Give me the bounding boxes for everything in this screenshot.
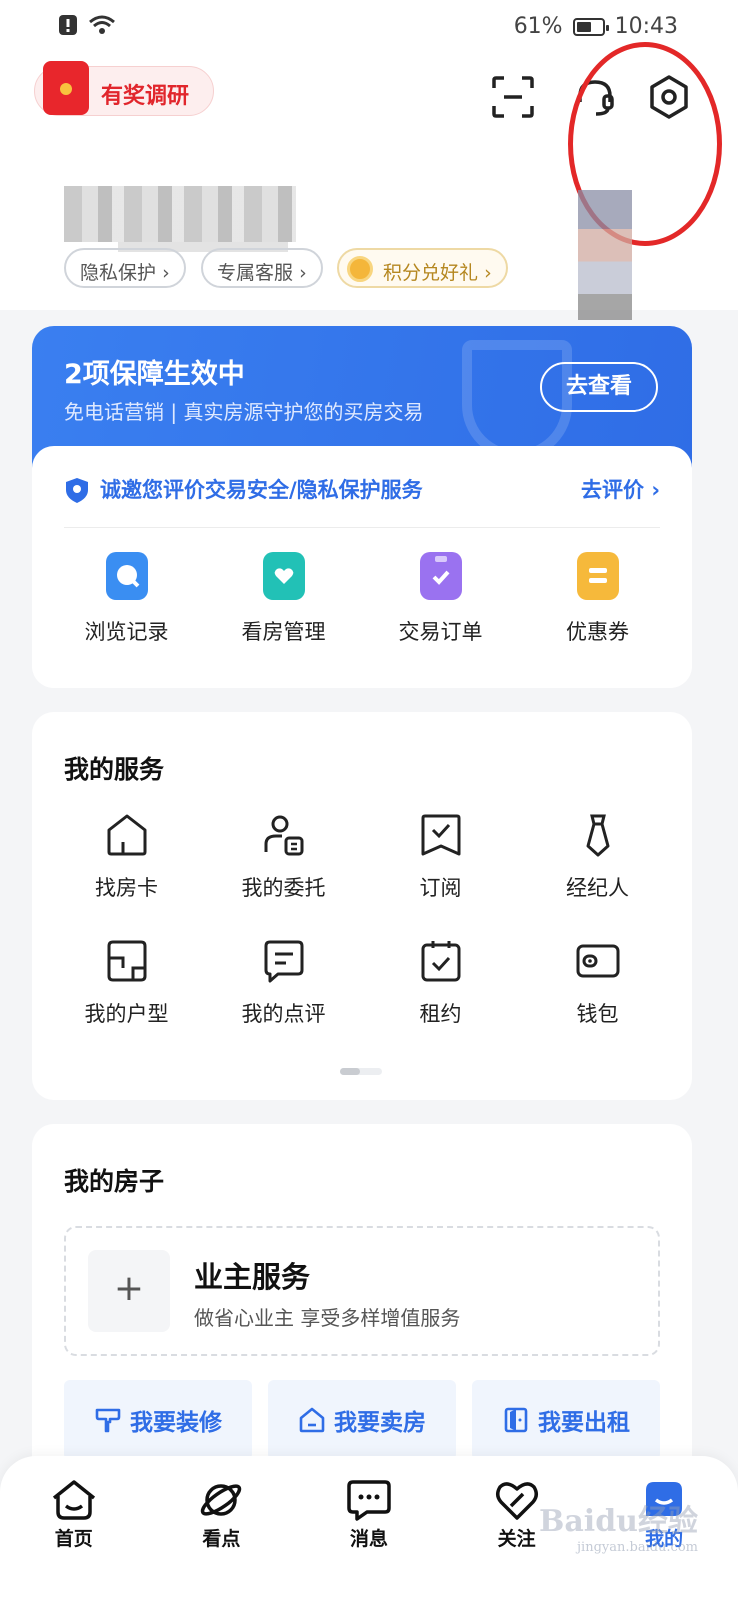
subscribe-icon	[421, 814, 460, 856]
nav-highlights[interactable]: 看点	[148, 1478, 296, 1551]
owner-service-subtitle: 做省心业主 享受多样增值服务	[194, 1306, 461, 1330]
renovate-button[interactable]: 我要装修	[64, 1380, 252, 1460]
nav-label: 消息	[349, 1528, 388, 1550]
username-blurred	[64, 186, 296, 242]
subscribe-button[interactable]: 订阅	[362, 812, 519, 938]
owner-service-title: 业主服务	[194, 1260, 311, 1294]
my-entrust-button[interactable]: 我的委托	[205, 812, 362, 938]
message-icon	[347, 1480, 391, 1521]
wallet-button[interactable]: 钱包	[519, 938, 676, 1064]
agent-button[interactable]: 经纪人	[519, 812, 676, 938]
customer-service-pill[interactable]: 专属客服 ›	[201, 248, 323, 288]
points-pill-label: 积分兑好礼	[383, 262, 479, 284]
chevron-right-icon: ›	[299, 262, 307, 284]
survey-label: 有奖调研	[101, 84, 190, 109]
alert-icon	[59, 15, 77, 35]
watermark-brand: Baidu经验	[539, 1504, 698, 1539]
trade-orders-button[interactable]: 交易订单	[362, 552, 519, 646]
my-floorplan-button[interactable]: 我的户型	[48, 938, 205, 1064]
planet-icon	[201, 1484, 242, 1516]
owner-service-card[interactable]: + 业主服务 做省心业主 享受多样增值服务	[64, 1226, 660, 1356]
service-label: 找房卡	[95, 876, 158, 900]
points-redeem-pill[interactable]: 积分兑好礼 ›	[337, 248, 508, 288]
privacy-pill-label: 隐私保护	[80, 262, 157, 284]
browse-history-button[interactable]: 浏览记录	[48, 552, 205, 646]
avatar[interactable]	[578, 190, 632, 320]
red-envelope-icon	[43, 61, 89, 115]
evaluate-link[interactable]: 去评价 ›	[581, 474, 660, 504]
service-label: 我的委托	[241, 876, 326, 900]
house-icon	[107, 814, 146, 856]
quick-label: 交易订单	[398, 620, 483, 644]
heart-icon	[495, 1482, 538, 1520]
watermark-sub: jingyan.baidu.com	[577, 1540, 698, 1555]
chevron-right-icon: ›	[162, 262, 170, 284]
chevron-right-icon: ›	[484, 262, 492, 284]
nav-label: 首页	[54, 1528, 93, 1550]
my-services-card: 我的服务 找房卡 我的委托 订阅 经纪人 我的户型 我的点评 租约 钱包	[32, 712, 692, 1100]
page-indicator	[340, 1068, 382, 1075]
protection-subtitle: 免电话营销 | 真实房源守护您的买房交易	[64, 400, 424, 424]
wallet-icon	[576, 944, 619, 978]
location-shield-icon	[66, 478, 88, 503]
clock: 10:43	[614, 14, 678, 39]
quick-label: 优惠券	[566, 620, 629, 644]
evaluation-text: 诚邀您评价交易安全/隐私保护服务	[100, 478, 423, 502]
rent-out-button[interactable]: 我要出租	[472, 1380, 660, 1460]
battery-percent: 61%	[513, 14, 563, 39]
floorplan-icon	[107, 940, 146, 982]
quick-label: 浏览记录	[84, 620, 169, 644]
comment-icon	[264, 940, 303, 983]
scan-icon[interactable]	[490, 74, 536, 120]
evaluation-row[interactable]: 诚邀您评价交易安全/隐私保护服务 去评价 ›	[64, 474, 660, 528]
service-label: 订阅	[419, 876, 462, 900]
profile-header: 有奖调研 隐私保护 › 专属客服 › 积分兑好礼 ›	[0, 42, 738, 320]
service-label: 钱包	[576, 1002, 619, 1026]
service-label: 我的户型	[84, 1002, 169, 1026]
paint-roller-icon	[95, 1408, 121, 1433]
my-comments-button[interactable]: 我的点评	[205, 938, 362, 1064]
order-clipboard-icon	[419, 552, 462, 600]
sell-house-button[interactable]: 我要卖房	[268, 1380, 456, 1460]
view-protection-button[interactable]: 去查看	[540, 362, 658, 412]
watermark: Baidu经验 jingyan.baidu.com	[539, 1496, 698, 1555]
house-heart-icon	[262, 552, 305, 600]
nav-messages[interactable]: 消息	[295, 1478, 443, 1551]
wifi-icon	[89, 15, 115, 34]
coin-icon	[347, 256, 373, 282]
quick-label: 看房管理	[241, 620, 326, 644]
rent-out-label: 我要出租	[538, 1410, 630, 1436]
viewing-manage-button[interactable]: 看房管理	[205, 552, 362, 646]
home-icon	[52, 1480, 95, 1520]
service-pill-label: 专属客服	[217, 262, 294, 284]
service-label: 我的点评	[241, 1002, 326, 1026]
calendar-check-icon	[421, 941, 460, 982]
door-icon	[504, 1407, 528, 1433]
lease-button[interactable]: 租约	[362, 938, 519, 1064]
sell-house-label: 我要卖房	[334, 1410, 426, 1436]
privacy-protection-pill[interactable]: 隐私保护 ›	[64, 248, 186, 288]
tie-icon	[586, 814, 609, 857]
house-title: 我的房子	[64, 1167, 165, 1196]
survey-button[interactable]: 有奖调研	[34, 61, 214, 116]
plus-icon[interactable]: +	[88, 1250, 170, 1332]
service-label: 租约	[419, 1002, 462, 1026]
service-label: 经纪人	[566, 876, 629, 900]
protection-title: 2项保障生效中	[64, 359, 245, 390]
renovate-label: 我要装修	[130, 1410, 222, 1436]
protection-card: 2项保障生效中 免电话营销 | 真实房源守护您的买房交易 去查看 诚邀您评价交易…	[32, 326, 692, 688]
nav-label: 看点	[202, 1528, 241, 1550]
user-card-icon	[264, 815, 303, 856]
house-finder-card-button[interactable]: 找房卡	[48, 812, 205, 938]
house-sell-icon	[299, 1407, 325, 1433]
coupons-button[interactable]: 优惠券	[519, 552, 676, 646]
nav-home[interactable]: 首页	[0, 1478, 148, 1551]
browse-history-icon	[105, 552, 148, 600]
coupon-icon	[576, 552, 619, 600]
battery-icon	[572, 17, 609, 36]
services-title: 我的服务	[64, 755, 165, 784]
